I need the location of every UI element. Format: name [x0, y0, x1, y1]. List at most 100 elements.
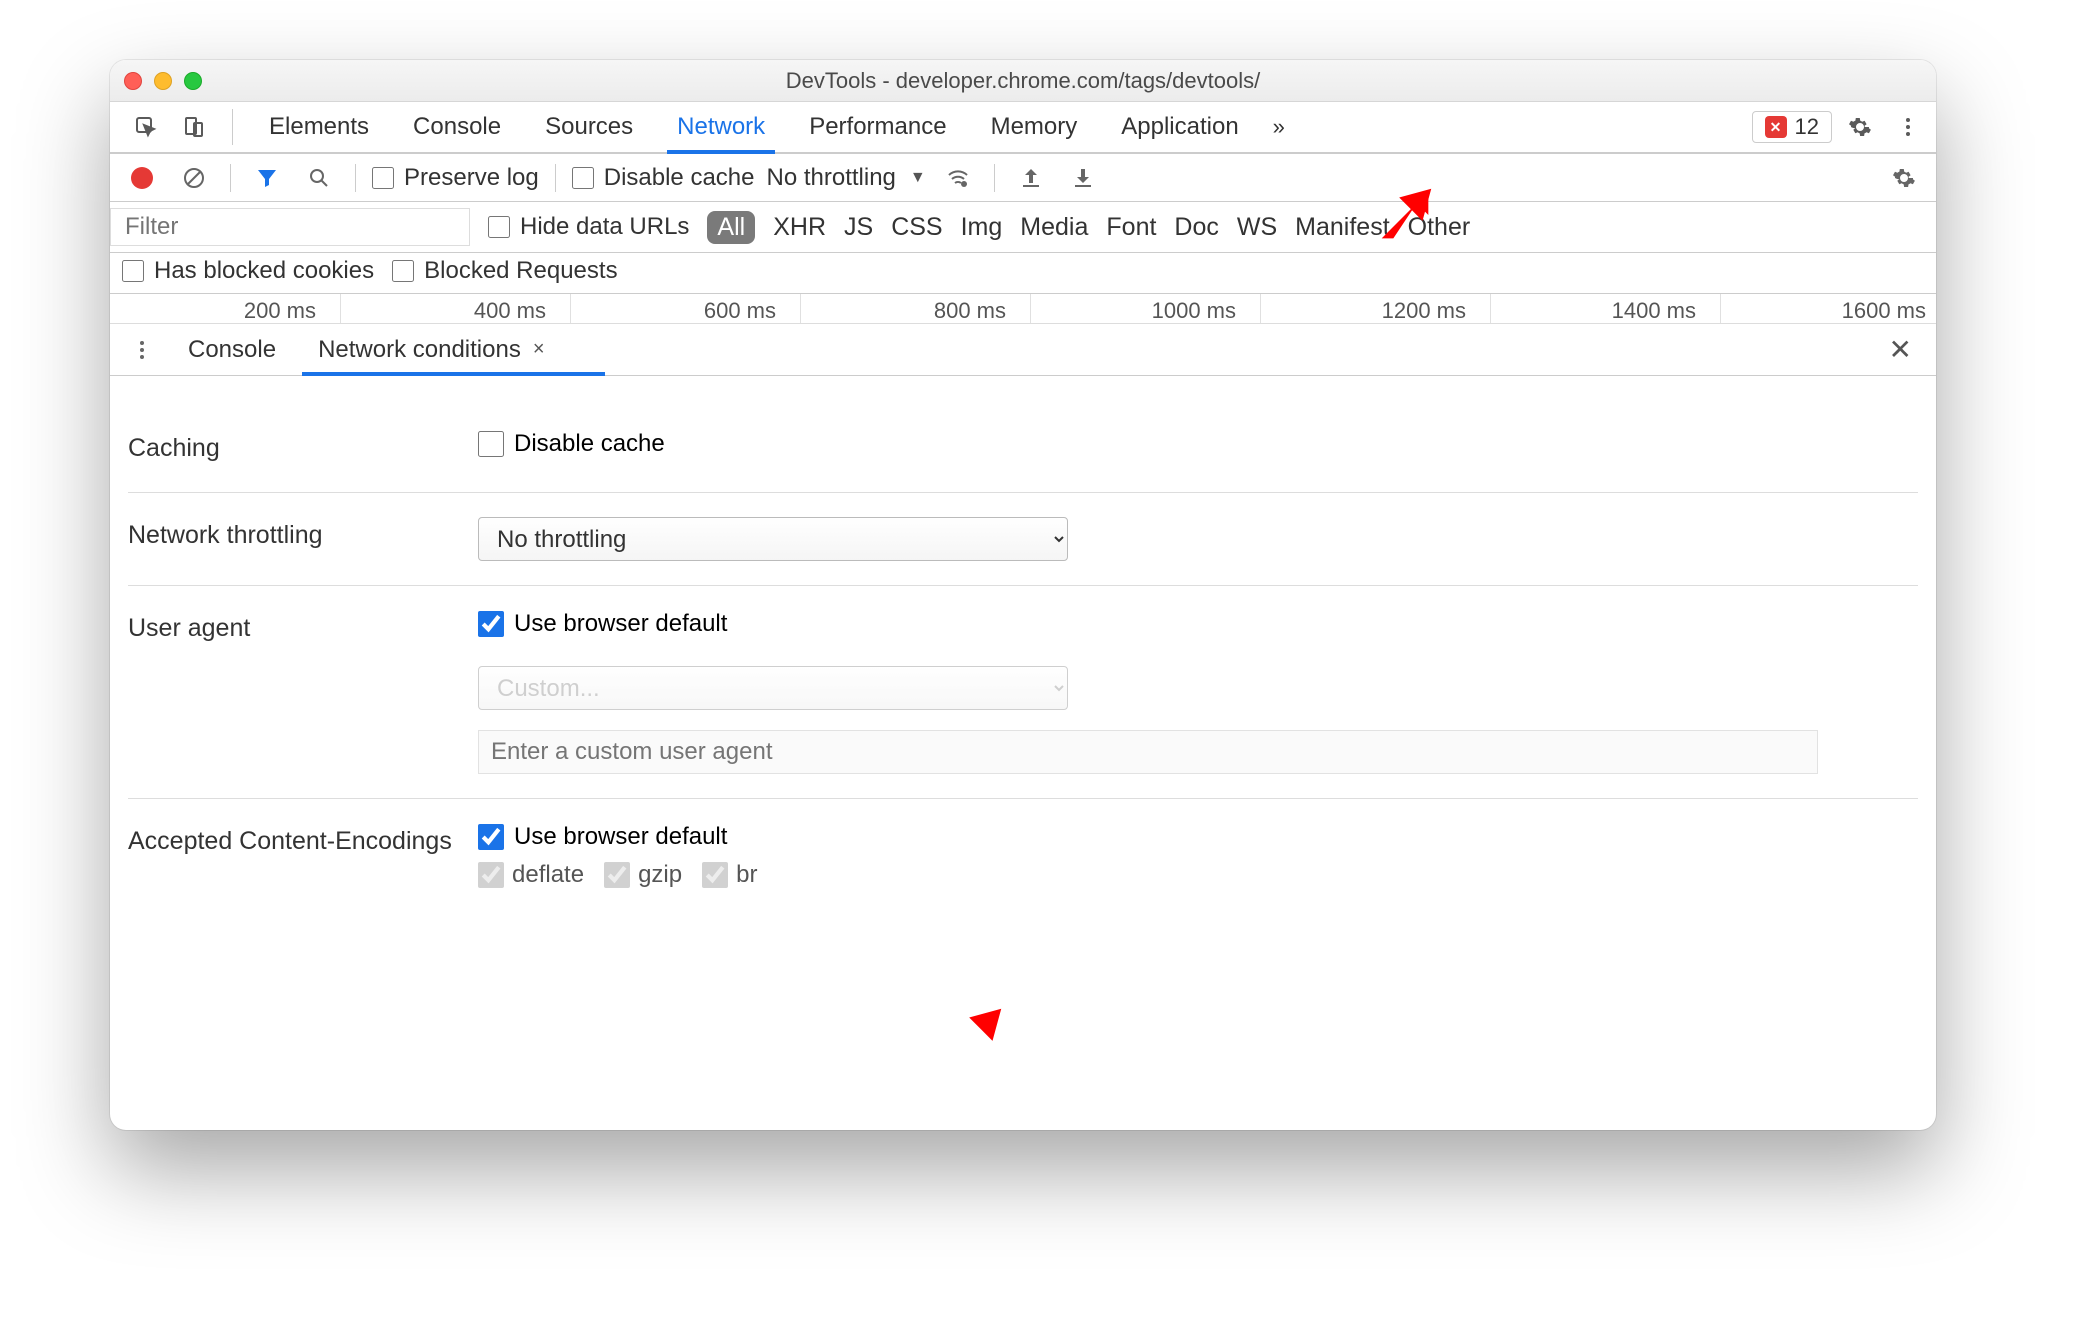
encodings-default-checkbox[interactable]: Use browser default — [478, 823, 1918, 851]
errors-count: 12 — [1795, 114, 1819, 140]
window-title: DevTools - developer.chrome.com/tags/dev… — [110, 68, 1936, 94]
filter-type-js[interactable]: JS — [844, 213, 873, 242]
main-tabs: Elements Console Sources Network Perform… — [110, 102, 1936, 154]
filter-type-ws[interactable]: WS — [1237, 213, 1277, 242]
filter-type-font[interactable]: Font — [1106, 213, 1156, 242]
clear-button[interactable] — [174, 158, 214, 198]
section-user-agent: User agent Use browser default Custom... — [128, 586, 1918, 799]
filter-type-doc[interactable]: Doc — [1174, 213, 1218, 242]
drawer-tab-network-conditions[interactable]: Network conditions × — [302, 324, 568, 375]
filter-type-img[interactable]: Img — [961, 213, 1003, 242]
timeline-tick: 1000 ms — [1030, 294, 1260, 323]
throttling-select[interactable]: No throttling ▼ — [766, 164, 925, 192]
cb-label: Use browser default — [514, 823, 727, 851]
tab-memory[interactable]: Memory — [973, 102, 1096, 152]
preserve-log-checkbox[interactable]: Preserve log — [372, 164, 539, 192]
kebab-menu-icon[interactable] — [1888, 107, 1928, 147]
timeline-tick: 400 ms — [340, 294, 570, 323]
cb-label: Hide data URLs — [520, 213, 689, 241]
caret-down-icon: ▼ — [910, 169, 926, 187]
filter-type-css[interactable]: CSS — [891, 213, 942, 242]
section-label: Accepted Content-Encodings — [128, 823, 478, 856]
section-caching: Caching Disable cache — [128, 406, 1918, 493]
filter-row: Hide data URLs All XHR JS CSS Img Media … — [110, 202, 1936, 253]
throttling-value: No throttling — [766, 164, 895, 192]
close-tab-icon[interactable]: × — [525, 338, 553, 361]
tab-application[interactable]: Application — [1103, 102, 1256, 152]
divider — [232, 109, 233, 145]
hide-data-urls-checkbox[interactable]: Hide data URLs — [488, 213, 689, 241]
tab-label: Console — [413, 113, 501, 141]
filter-toggle-icon[interactable] — [247, 158, 287, 198]
blocked-requests-checkbox[interactable]: Blocked Requests — [392, 257, 617, 285]
user-agent-select: Custom... — [478, 666, 1068, 710]
cb-label: gzip — [638, 861, 682, 889]
cb-label: Preserve log — [404, 164, 539, 192]
record-button[interactable] — [122, 158, 162, 198]
tab-label: Sources — [545, 113, 633, 141]
tab-sources[interactable]: Sources — [527, 102, 651, 152]
settings-icon[interactable] — [1840, 107, 1880, 147]
tab-label: Network — [677, 113, 765, 141]
search-icon[interactable] — [299, 158, 339, 198]
disable-cache-checkbox[interactable]: Disable cache — [572, 164, 755, 192]
drawer-kebab-icon[interactable] — [122, 330, 162, 370]
device-toggle-icon[interactable] — [174, 107, 214, 147]
titlebar: DevTools - developer.chrome.com/tags/dev… — [110, 60, 1936, 102]
timeline-tick: 200 ms — [110, 294, 340, 323]
network-toolbar: Preserve log Disable cache No throttling… — [110, 154, 1936, 202]
section-label: Network throttling — [128, 517, 478, 550]
tab-network[interactable]: Network — [659, 102, 783, 152]
section-label: User agent — [128, 610, 478, 643]
network-settings-icon[interactable] — [1884, 158, 1924, 198]
drawer-tab-console[interactable]: Console — [172, 324, 292, 375]
tab-elements[interactable]: Elements — [251, 102, 387, 152]
timeline-tick: 1600 ms — [1720, 294, 1936, 323]
more-tabs-button[interactable]: » — [1265, 114, 1293, 140]
tab-label: Console — [188, 336, 276, 364]
cb-label: br — [736, 861, 757, 889]
devtools-window: DevTools - developer.chrome.com/tags/dev… — [110, 60, 1936, 1130]
throttling-select[interactable]: No throttling — [478, 517, 1068, 561]
filter-type-other[interactable]: Other — [1408, 213, 1471, 242]
filter-row-2: Has blocked cookies Blocked Requests — [110, 253, 1936, 294]
tab-console[interactable]: Console — [395, 102, 519, 152]
upload-har-icon[interactable] — [1011, 158, 1051, 198]
filter-input[interactable] — [110, 208, 470, 246]
download-har-icon[interactable] — [1063, 158, 1103, 198]
user-agent-default-checkbox[interactable]: Use browser default — [478, 610, 1918, 638]
timeline-tick: 800 ms — [800, 294, 1030, 323]
section-label: Caching — [128, 430, 478, 463]
close-drawer-icon[interactable]: ✕ — [1877, 333, 1924, 366]
timeline-tick: 1200 ms — [1260, 294, 1490, 323]
encoding-br-checkbox: br — [702, 861, 757, 889]
cb-label: Disable cache — [604, 164, 755, 192]
cb-label: Disable cache — [514, 430, 665, 458]
filter-type-media[interactable]: Media — [1020, 213, 1088, 242]
tab-label: Performance — [809, 113, 946, 141]
record-icon — [131, 167, 153, 189]
cb-label: Blocked Requests — [424, 257, 617, 285]
tab-label: Memory — [991, 113, 1078, 141]
network-conditions-icon[interactable] — [938, 158, 978, 198]
tab-label: Network conditions — [318, 336, 521, 364]
annotation-arrow-icon — [940, 1000, 1010, 1076]
drawer-tabs: Console Network conditions × ✕ — [110, 324, 1936, 376]
errors-badge[interactable]: ✕ 12 — [1752, 111, 1832, 143]
encoding-deflate-checkbox: deflate — [478, 861, 584, 889]
cb-label: deflate — [512, 861, 584, 889]
filter-type-all[interactable]: All — [707, 211, 755, 244]
network-conditions-panel: Caching Disable cache Network throttling… — [110, 376, 1936, 913]
tab-label: Elements — [269, 113, 369, 141]
caching-disable-cache-checkbox[interactable]: Disable cache — [478, 430, 1918, 458]
filter-type-xhr[interactable]: XHR — [773, 213, 826, 242]
encodings-list: deflate gzip br — [478, 861, 1918, 889]
cb-label: Has blocked cookies — [154, 257, 374, 285]
section-encodings: Accepted Content-Encodings Use browser d… — [128, 799, 1918, 913]
has-blocked-cookies-checkbox[interactable]: Has blocked cookies — [122, 257, 374, 285]
tab-performance[interactable]: Performance — [791, 102, 964, 152]
inspect-icon[interactable] — [126, 107, 166, 147]
filter-type-manifest[interactable]: Manifest — [1295, 213, 1389, 242]
timeline-tick: 600 ms — [570, 294, 800, 323]
timeline-overview[interactable]: 200 ms 400 ms 600 ms 800 ms 1000 ms 1200… — [110, 294, 1936, 324]
